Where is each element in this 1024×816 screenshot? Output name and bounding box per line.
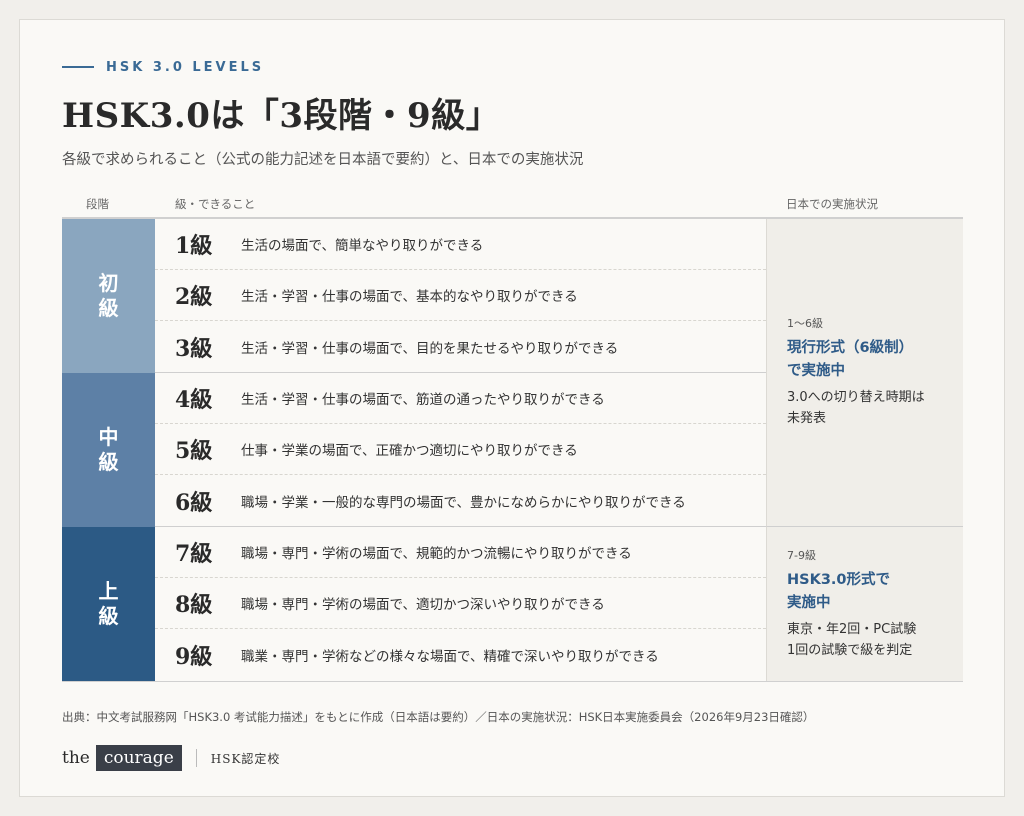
status-cell-current: 1〜6級 現行形式（6級制） で実施中 3.0への切り替え時期は 未発表 (766, 219, 963, 527)
level-number: 6級 (175, 489, 213, 516)
level-number: 5級 (175, 438, 213, 464)
level-number: 7級 (175, 541, 213, 567)
level-number: 4級 (175, 387, 213, 413)
page-subtitle: 各級で求められること（公式の能力記述を日本語で要約）と、日本での実施状況 (62, 152, 584, 168)
level-number: 3級 (175, 335, 213, 362)
stage-beginner: 初級 (62, 219, 155, 373)
table-row: 3級 生活・学習・仕事の場面で、目的を果たせるやり取りができる (155, 321, 766, 373)
footer-logo: the courage HSK認定校 (62, 745, 280, 771)
level-number: 1級 (175, 233, 213, 259)
levels-table: 初級 中級 上級 1級 生活の場面で、簡単なやり取りができる 2級 生活・学習・仕事… (62, 217, 963, 682)
stage-label: 上級 (98, 579, 119, 628)
column-header-level: 級・できること (175, 197, 256, 211)
eyebrow: HSK 3.0 LEVELS (62, 58, 264, 76)
level-number: 8級 (175, 592, 213, 618)
logo-the: the (62, 748, 90, 768)
status-note-line: 東京・年2回・PC試験 (787, 622, 917, 637)
level-number: 9級 (175, 644, 213, 670)
level-description: 生活・学習・仕事の場面で、筋道の通ったやり取りができる (241, 392, 605, 408)
level-description: 職場・学業・一般的な専門の場面で、豊かになめらかにやり取りができる (241, 494, 686, 511)
stage-label: 初級 (98, 271, 119, 320)
table-row: 5級 仕事・学業の場面で、正確かつ適切にやり取りができる (155, 424, 766, 475)
footer-school-label: HSK認定校 (210, 751, 281, 766)
table-row: 9級 職業・専門・学術などの様々な場面で、精確で深いやり取りができる (155, 629, 766, 681)
status-note: 3.0への切り替え時期は 未発表 (787, 387, 963, 429)
status-note-line: 未発表 (787, 411, 827, 426)
eyebrow-rule (62, 66, 94, 68)
status-note-line: 1回の試験で級を判定 (787, 643, 913, 658)
level-description: 職場・専門・学術の場面で、適切かつ深いやり取りができる (241, 597, 605, 613)
status-label: 7-9級 (787, 549, 816, 562)
table-row: 1級 生活の場面で、簡単なやり取りができる (155, 219, 766, 270)
stage-advanced: 上級 (62, 527, 155, 681)
table-row: 4級 生活・学習・仕事の場面で、筋道の通ったやり取りができる (155, 373, 766, 424)
status-highlight-line: 実施中 (787, 595, 831, 611)
status-label: 1〜6級 (787, 317, 823, 330)
column-header-status: 日本での実施状況 (786, 197, 878, 211)
table-row: 2級 生活・学習・仕事の場面で、基本的なやり取りができる (155, 270, 766, 321)
level-description: 仕事・学業の場面で、正確かつ適切にやり取りができる (241, 443, 578, 459)
level-description: 職業・専門・学術などの様々な場面で、精確で深いやり取りができる (241, 649, 659, 665)
footer-divider (195, 749, 197, 767)
status-note: 東京・年2回・PC試験 1回の試験で級を判定 (787, 619, 963, 661)
table-row: 7級 職場・専門・学術の場面で、規範的かつ流暢にやり取りができる (155, 527, 766, 578)
stage-intermediate: 中級 (62, 373, 155, 527)
logo-courage: courage (95, 745, 182, 771)
status-highlight: HSK3.0形式で 実施中 (787, 569, 963, 615)
status-cell-new: 7-9級 HSK3.0形式で 実施中 東京・年2回・PC試験 1回の試験で級を判… (766, 527, 963, 681)
status-highlight-line: HSK3.0形式で (787, 572, 891, 588)
level-number: 2級 (175, 284, 213, 310)
column-header-stage: 段階 (86, 197, 109, 211)
level-description: 生活・学習・仕事の場面で、基本的なやり取りができる (241, 289, 578, 305)
table-row: 6級 職場・学業・一般的な専門の場面で、豊かになめらかにやり取りができる (155, 475, 766, 527)
level-description: 生活・学習・仕事の場面で、目的を果たせるやり取りができる (241, 340, 619, 357)
status-highlight-line: 現行形式（6級制） (787, 340, 914, 356)
status-highlight-line: で実施中 (787, 363, 845, 379)
table-bottom-rule (62, 681, 963, 682)
table-row: 8級 職場・専門・学術の場面で、適切かつ深いやり取りができる (155, 578, 766, 629)
source-note: 出典：中文考試服務网「HSK3.0 考试能力描述」をもとに作成（日本語は要約）／… (62, 710, 815, 724)
level-description: 職場・専門・学術の場面で、規範的かつ流暢にやり取りができる (241, 546, 632, 562)
eyebrow-text: HSK 3.0 LEVELS (106, 59, 265, 75)
status-highlight: 現行形式（6級制） で実施中 (787, 337, 963, 383)
stage-label: 中級 (98, 425, 119, 474)
status-note-line: 3.0への切り替え時期は (787, 390, 925, 405)
level-description: 生活の場面で、簡単なやり取りができる (241, 238, 484, 254)
page-title: HSK3.0は「3段階・9級」 (62, 96, 501, 136)
